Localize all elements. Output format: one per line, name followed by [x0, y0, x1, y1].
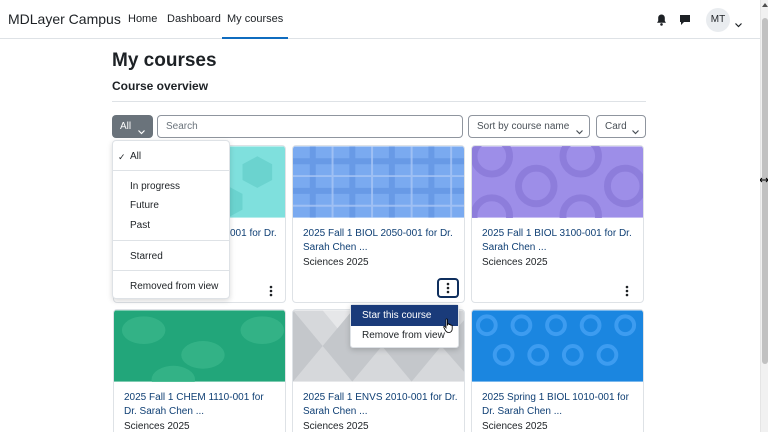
- course-image[interactable]: [293, 146, 464, 218]
- grouping-option-in-progress[interactable]: In progress: [130, 181, 180, 192]
- course-category: Sciences 2025: [124, 421, 190, 432]
- course-card[interactable]: 2025 Spring 1 BIOL 1010-001 for Dr. Sara…: [471, 309, 644, 432]
- more-options-icon[interactable]: [616, 281, 638, 301]
- menu-divider: [113, 170, 229, 171]
- divider: [112, 101, 646, 102]
- page-scrollbar[interactable]: [760, 0, 768, 432]
- bell-icon[interactable]: [656, 13, 667, 31]
- chevron-down-icon: [576, 122, 583, 143]
- course-image[interactable]: [472, 146, 643, 237]
- sort-dropdown-button[interactable]: Sort by course name: [468, 115, 590, 138]
- more-options-button-focused[interactable]: [437, 278, 459, 298]
- course-title-link[interactable]: 2025 Fall 1 BIOL 2050-001 for Dr. Sarah …: [303, 227, 458, 255]
- course-title-link[interactable]: 2025 Fall 1 BIOL 3100-001 for Dr. Sarah …: [482, 227, 637, 255]
- grouping-option-removed[interactable]: Removed from view: [130, 281, 218, 292]
- nav-dashboard-link[interactable]: Dashboard: [167, 13, 221, 25]
- grouping-option-starred[interactable]: Starred: [130, 251, 163, 262]
- sort-label: Sort by course name: [477, 121, 570, 132]
- course-category: Sciences 2025: [482, 257, 548, 268]
- menu-divider: [113, 240, 229, 241]
- messages-icon[interactable]: [679, 13, 691, 31]
- course-title-link[interactable]: 2025 Fall 1 CHEM 1110-001 for Dr. Sarah …: [124, 391, 279, 419]
- site-brand[interactable]: MDLayer Campus: [8, 11, 121, 27]
- resize-cursor-icon: [759, 171, 768, 189]
- course-title-link[interactable]: 001 for Dr.: [230, 227, 285, 241]
- nav-my-courses-link[interactable]: My courses: [222, 13, 289, 39]
- course-title-link[interactable]: 2025 Fall 1 ENVS 2010-001 for Dr. Sarah …: [303, 391, 458, 419]
- course-card[interactable]: 2025 Fall 1 CHEM 1110-001 for Dr. Sarah …: [113, 309, 286, 432]
- hand-pointer-cursor-icon: [443, 318, 455, 338]
- top-navbar: MDLayer Campus Home Dashboard My courses…: [0, 0, 760, 39]
- more-options-icon[interactable]: [260, 281, 282, 301]
- user-avatar[interactable]: MT: [706, 8, 730, 32]
- grouping-dropdown-menu: ✓ All In progress Future Past Starred Re…: [112, 140, 230, 299]
- course-category: Sciences 2025: [482, 421, 548, 432]
- scroll-thumb[interactable]: [762, 18, 768, 364]
- view-dropdown-button[interactable]: Card: [596, 115, 646, 138]
- remove-from-view-menu-item[interactable]: Remove from view: [362, 330, 445, 341]
- search-input[interactable]: Search: [157, 115, 463, 138]
- more-options-icon: [446, 282, 450, 294]
- grouping-option-all[interactable]: All: [130, 151, 141, 162]
- grouping-option-future[interactable]: Future: [130, 200, 159, 211]
- course-category: Sciences 2025: [303, 421, 369, 432]
- course-category: Sciences 2025: [303, 257, 369, 268]
- star-course-menu-item[interactable]: Star this course: [351, 305, 458, 326]
- chevron-down-icon[interactable]: [735, 15, 742, 33]
- course-title-link[interactable]: 2025 Spring 1 BIOL 1010-001 for Dr. Sara…: [482, 391, 637, 419]
- course-image[interactable]: [114, 310, 285, 394]
- page-title: My courses: [112, 50, 217, 71]
- grouping-label: All: [120, 121, 132, 132]
- chevron-down-icon: [632, 122, 639, 143]
- grouping-option-past[interactable]: Past: [130, 220, 150, 231]
- menu-divider: [113, 270, 229, 271]
- view-label: Card: [605, 121, 627, 132]
- checkmark-icon: ✓: [118, 152, 126, 162]
- course-card[interactable]: 2025 Fall 1 BIOL 3100-001 for Dr. Sarah …: [471, 145, 644, 303]
- course-image[interactable]: [472, 310, 643, 382]
- scroll-up-icon[interactable]: [762, 3, 768, 7]
- nav-home-link[interactable]: Home: [128, 13, 157, 25]
- grouping-dropdown-button[interactable]: All: [112, 115, 153, 138]
- section-title: Course overview: [112, 79, 209, 93]
